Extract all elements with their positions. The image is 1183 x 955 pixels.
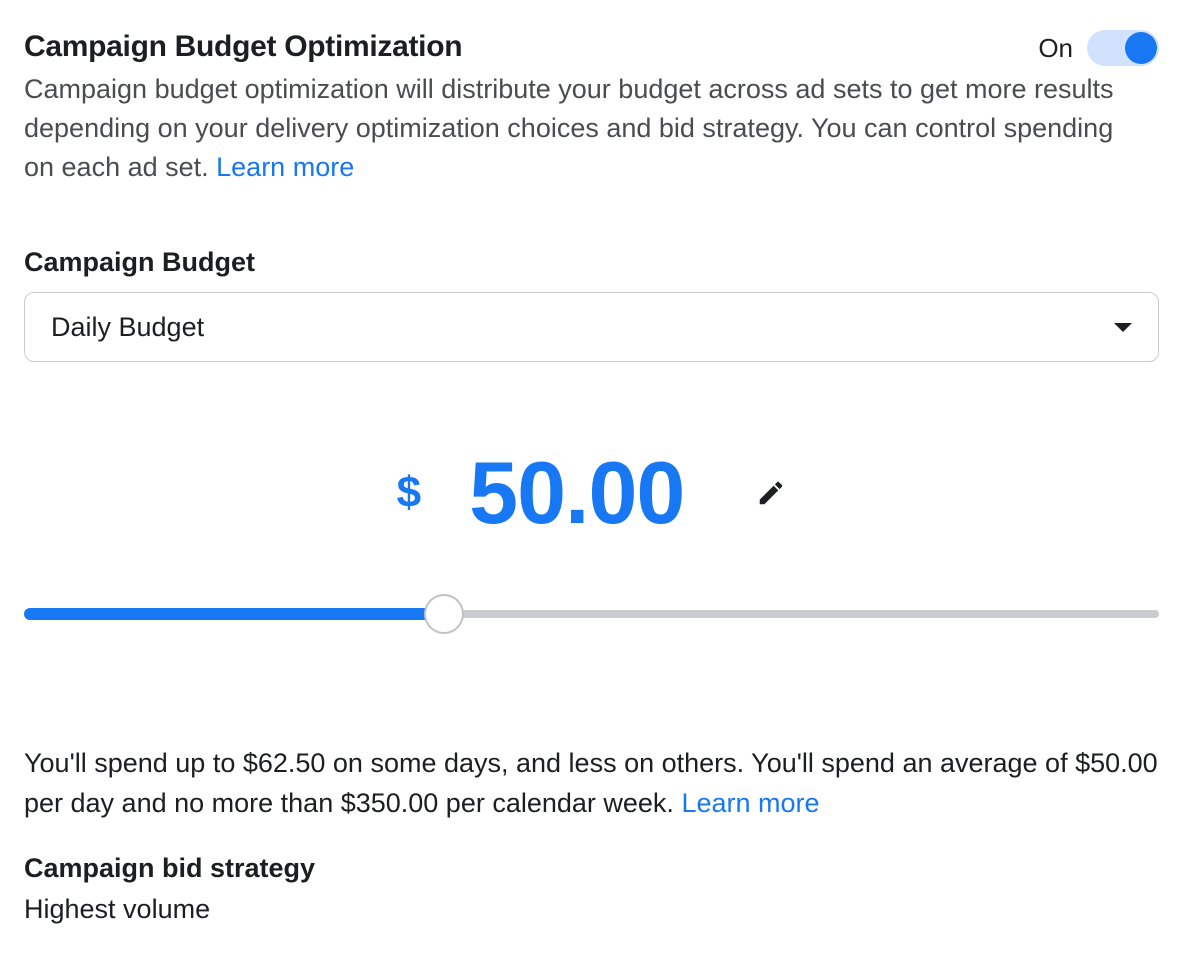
campaign-budget-label: Campaign Budget bbox=[24, 247, 1159, 278]
budget-amount: 50.00 bbox=[469, 442, 684, 544]
budget-amount-row: $ 50.00 bbox=[24, 442, 1159, 544]
budget-slider[interactable] bbox=[24, 594, 1159, 634]
toggle-knob bbox=[1125, 32, 1157, 64]
spend-learn-more-link[interactable]: Learn more bbox=[681, 788, 819, 818]
cbo-toggle-area: On bbox=[1038, 30, 1159, 66]
cbo-learn-more-link[interactable]: Learn more bbox=[216, 152, 354, 182]
cbo-toggle-label: On bbox=[1038, 33, 1073, 64]
spend-note-text: You'll spend up to $62.50 on some days, … bbox=[24, 748, 1158, 817]
chevron-down-icon bbox=[1114, 323, 1132, 332]
budget-type-value: Daily Budget bbox=[51, 312, 204, 343]
spend-note: You'll spend up to $62.50 on some days, … bbox=[24, 744, 1159, 822]
cbo-toggle[interactable] bbox=[1087, 30, 1159, 66]
cbo-description-text: Campaign budget optimization will distri… bbox=[24, 74, 1114, 182]
bid-strategy-label: Campaign bid strategy bbox=[24, 853, 1159, 884]
budget-type-dropdown[interactable]: Daily Budget bbox=[24, 292, 1159, 362]
cbo-header-row: Campaign Budget Optimization On bbox=[24, 30, 1159, 66]
slider-thumb[interactable] bbox=[424, 594, 464, 634]
edit-icon[interactable] bbox=[756, 478, 786, 508]
currency-symbol: $ bbox=[397, 468, 421, 518]
bid-strategy-value: Highest volume bbox=[24, 894, 1159, 925]
cbo-title: Campaign Budget Optimization bbox=[24, 30, 462, 64]
slider-fill bbox=[24, 608, 444, 620]
cbo-description: Campaign budget optimization will distri… bbox=[24, 70, 1124, 187]
